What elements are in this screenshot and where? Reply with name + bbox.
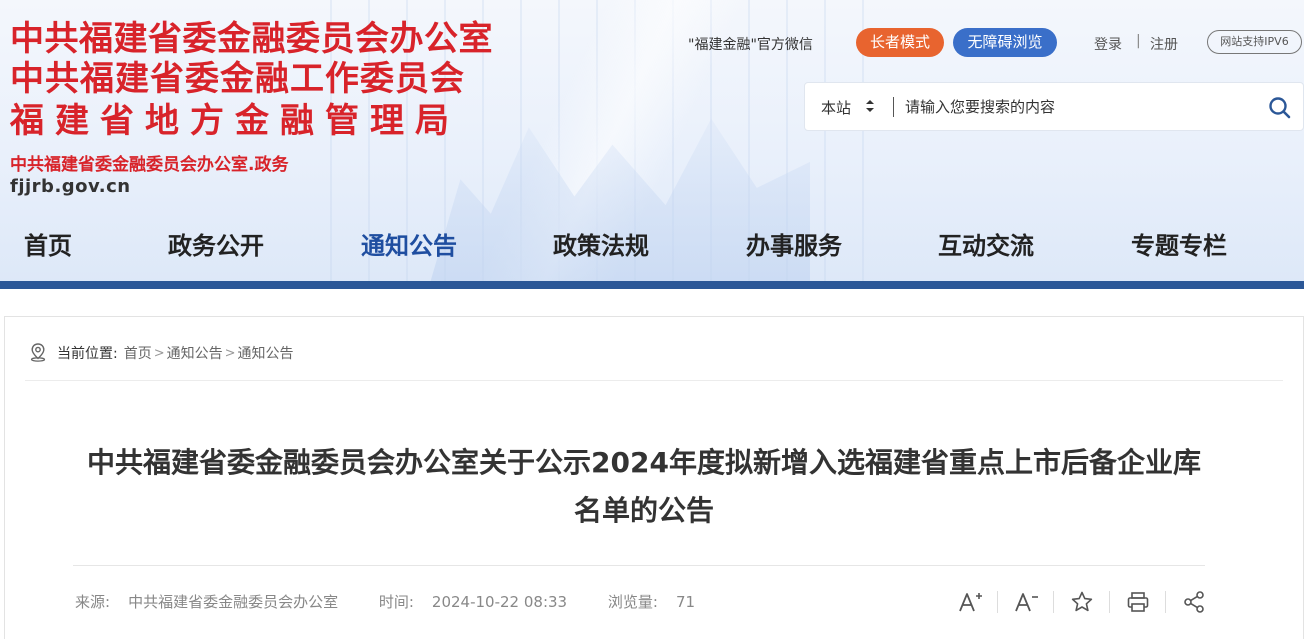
search-scope-select[interactable]: 本站: [821, 97, 851, 118]
updown-arrow-icon[interactable]: [865, 95, 875, 117]
meta-divider: [73, 565, 1205, 566]
meta-time: 时间: 2024-10-22 08:33: [379, 593, 585, 611]
font-increase-icon: [959, 593, 982, 612]
print-icon: [1127, 592, 1149, 612]
login-separator: |: [1136, 33, 1141, 49]
login-link[interactable]: 登录: [1094, 34, 1122, 54]
search-box: 本站: [804, 82, 1304, 131]
breadcrumb-divider: [25, 380, 1283, 381]
nav-underline-bar: [0, 281, 1304, 289]
elder-mode-button[interactable]: 长者模式: [856, 28, 944, 57]
site-header: 中共福建省委金融委员会办公室 中共福建省委金融工作委员会 福建省地方金融管理局 …: [0, 0, 1304, 283]
breadcrumb-separator: >: [224, 345, 236, 361]
site-domain-red: fjjrb: [10, 176, 55, 197]
location-pin-icon: [30, 343, 46, 362]
nav-item-gov-affairs[interactable]: 政务公开: [168, 230, 264, 262]
search-icon[interactable]: [1267, 95, 1293, 121]
site-domain: fjjrb.gov.cn: [10, 176, 131, 197]
nav-item-home[interactable]: 首页: [24, 230, 72, 262]
article-meta: 来源: 中共福建省委金融委员会办公室 时间: 2024-10-22 08:33 浏览…: [75, 591, 731, 612]
search-input[interactable]: [905, 93, 1245, 121]
register-link[interactable]: 注册: [1150, 34, 1178, 54]
meta-views: 浏览量: 71: [608, 593, 713, 611]
nav-item-interaction[interactable]: 互动交流: [938, 230, 1034, 262]
breadcrumb-notices[interactable]: 通知公告: [167, 343, 223, 363]
top-links: "福建金融"官方微信 长者模式 无障碍浏览 登录 | 注册 网站支持IPV6: [0, 28, 1304, 60]
star-icon: [1071, 591, 1093, 612]
site-logo-line2[interactable]: 中共福建省委金融工作委员会: [10, 62, 465, 96]
accessible-browse-button[interactable]: 无障碍浏览: [953, 28, 1057, 57]
font-decrease-icon: [1015, 593, 1038, 612]
article-tools: [949, 585, 1209, 619]
article-container: 当前位置: 首页 > 通知公告 > 通知公告 中共福建省委金融委员会办公室关于公…: [4, 316, 1304, 639]
site-logo-line3[interactable]: 福建省地方金融管理局: [10, 104, 460, 138]
nav-item-services[interactable]: 办事服务: [746, 230, 842, 262]
font-decrease-button[interactable]: [1009, 585, 1043, 619]
wechat-link[interactable]: "福建金融"官方微信: [688, 34, 813, 54]
meta-views-value: 71: [675, 593, 696, 611]
meta-source-label: 来源:: [75, 593, 111, 611]
tool-separator: [1053, 591, 1054, 613]
meta-source-value: 中共福建省委金融委员会办公室: [128, 593, 339, 611]
share-icon: [1184, 591, 1204, 613]
search-divider: [893, 97, 894, 117]
meta-views-label: 浏览量:: [607, 593, 658, 611]
breadcrumb-notices-current[interactable]: 通知公告: [238, 343, 294, 363]
site-domain-rest: .gov.cn: [54, 176, 131, 197]
meta-time-value: 2024-10-22 08:33: [431, 593, 568, 611]
nav-item-policies[interactable]: 政策法规: [553, 230, 649, 262]
meta-source: 来源: 中共福建省委金融委员会办公室: [75, 593, 356, 611]
tool-separator: [997, 591, 998, 613]
breadcrumb-separator: >: [153, 345, 165, 361]
site-subtitle: 中共福建省委金融委员会办公室.政务: [10, 155, 289, 175]
nav-item-notices[interactable]: 通知公告: [361, 230, 457, 262]
ipv6-badge: 网站支持IPV6: [1207, 30, 1302, 54]
nav-item-topics[interactable]: 专题专栏: [1131, 230, 1227, 262]
tool-separator: [1165, 591, 1166, 613]
favorite-button[interactable]: [1065, 585, 1099, 619]
share-button[interactable]: [1177, 585, 1211, 619]
breadcrumb-label: 当前位置:: [57, 346, 118, 362]
meta-time-label: 时间:: [378, 593, 414, 611]
breadcrumb-home[interactable]: 首页: [124, 343, 152, 363]
main-nav: 首页 政务公开 通知公告 政策法规 办事服务 互动交流 专题专栏: [0, 224, 1304, 270]
article-title: 中共福建省委金融委员会办公室关于公示2024年度拟新增入选福建省重点上市后备企业…: [87, 446, 1201, 527]
font-increase-button[interactable]: [953, 585, 987, 619]
print-button[interactable]: [1121, 585, 1155, 619]
tool-separator: [1109, 591, 1110, 613]
